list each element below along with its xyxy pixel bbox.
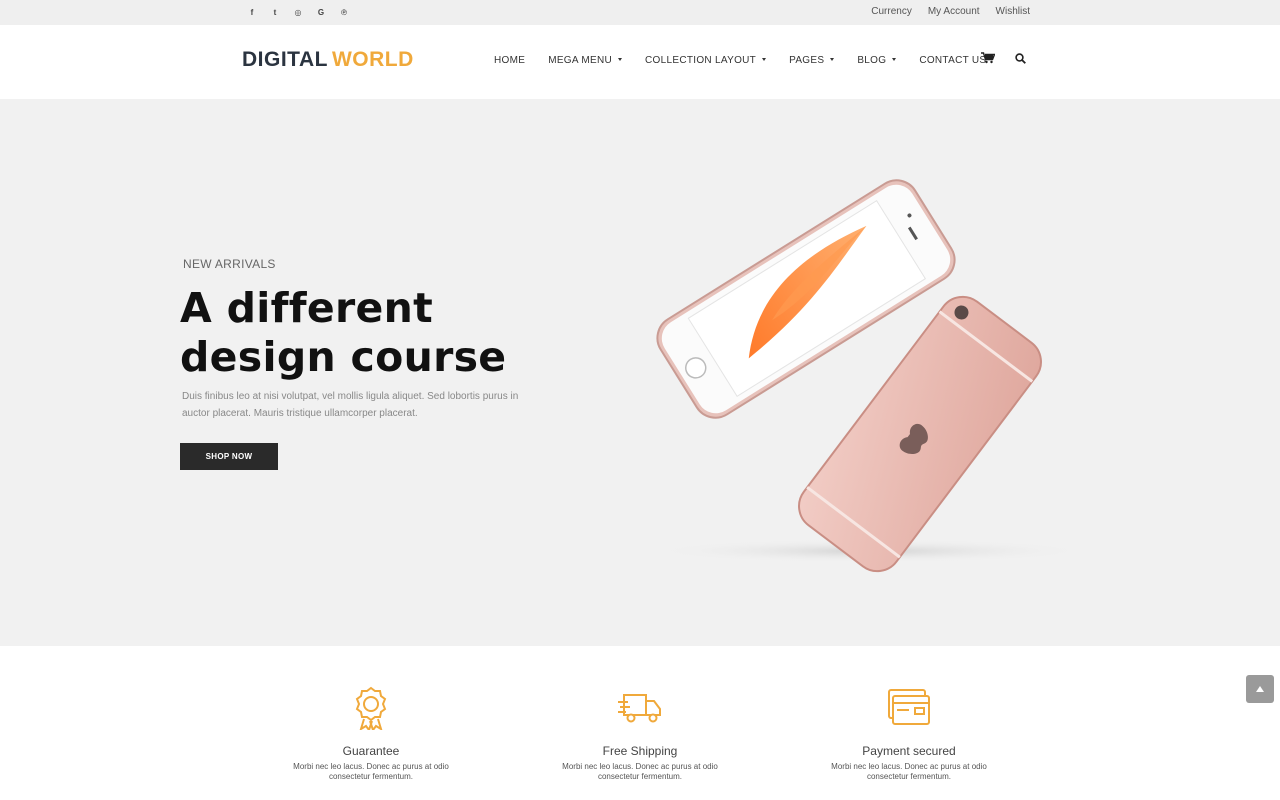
- nav-contact-us[interactable]: CONTACT US: [919, 55, 986, 66]
- feature-description: Morbi nec leo lacus. Donec ac purus at o…: [293, 762, 449, 781]
- twitter-icon[interactable]: t: [270, 6, 280, 18]
- hero-title: A different design course: [180, 284, 507, 381]
- cart-icon[interactable]: [981, 52, 995, 64]
- nav-pages[interactable]: PAGES: [789, 55, 835, 66]
- nav-label: PAGES: [789, 55, 825, 66]
- google-icon[interactable]: G: [316, 6, 326, 18]
- nav-mega-menu[interactable]: MEGA MENU: [548, 55, 623, 66]
- social-links: f t ◎ G ℗: [247, 6, 349, 18]
- logo[interactable]: DIGITAL WORLD: [242, 48, 414, 72]
- feature-description: Morbi nec leo lacus. Donec ac purus at o…: [562, 762, 718, 781]
- caret-down-icon: [762, 58, 767, 61]
- nav-label: HOME: [494, 55, 526, 66]
- caret-down-icon: [618, 58, 623, 61]
- hero-banner: NEW ARRIVALS A different design course D…: [0, 99, 1280, 646]
- features-strip: Guarantee Morbi nec leo lacus. Donec ac …: [0, 646, 1280, 800]
- feature-description: Morbi nec leo lacus. Donec ac purus at o…: [831, 762, 987, 781]
- arrow-up-icon: [1256, 686, 1264, 692]
- nav-collection-layout[interactable]: COLLECTION LAYOUT: [645, 55, 767, 66]
- logo-text-digital: DIGITAL: [242, 48, 328, 71]
- feature-guarantee: Guarantee Morbi nec leo lacus. Donec ac …: [271, 686, 471, 782]
- main-nav: HOME MEGA MENU COLLECTION LAYOUT PAGES B…: [494, 55, 1009, 66]
- instagram-icon[interactable]: ◎: [293, 6, 303, 18]
- credit-card-icon: [809, 686, 1009, 732]
- nav-label: COLLECTION LAYOUT: [645, 55, 757, 66]
- site-header: DIGITAL WORLD HOME MEGA MENU COLLECTION L…: [0, 25, 1280, 99]
- shop-now-button[interactable]: SHOP NOW: [180, 443, 278, 470]
- facebook-icon[interactable]: f: [247, 6, 257, 18]
- hero-eyebrow: NEW ARRIVALS: [183, 257, 276, 271]
- caret-down-icon: [830, 58, 835, 61]
- search-icon[interactable]: [1015, 52, 1026, 64]
- top-bar: f t ◎ G ℗ Currency My Account Wishlist: [0, 0, 1280, 25]
- logo-text-world: WORLD: [331, 48, 414, 71]
- header-icons: [981, 52, 1026, 64]
- caret-down-icon: [892, 58, 897, 61]
- guarantee-icon: [271, 686, 471, 732]
- feature-free-shipping: Free Shipping Morbi nec leo lacus. Donec…: [540, 686, 740, 782]
- hero-description: Duis finibus leo at nisi volutpat, vel m…: [182, 391, 519, 419]
- feature-title: Free Shipping: [602, 744, 678, 758]
- nav-home[interactable]: HOME: [494, 55, 525, 66]
- nav-label: BLOG: [857, 55, 887, 66]
- my-account-link[interactable]: My Account: [928, 6, 980, 17]
- wishlist-link[interactable]: Wishlist: [996, 6, 1030, 17]
- top-links: Currency My Account Wishlist: [871, 6, 1030, 17]
- pinterest-icon[interactable]: ℗: [339, 6, 349, 18]
- hero-phones-image: [650, 179, 1090, 573]
- feature-title: Guarantee: [342, 744, 400, 758]
- nav-label: CONTACT US: [919, 55, 987, 66]
- nav-label: MEGA MENU: [548, 55, 613, 66]
- feature-payment-secured: Payment secured Morbi nec leo lacus. Don…: [809, 686, 1009, 782]
- nav-blog[interactable]: BLOG: [857, 55, 897, 66]
- back-to-top-button[interactable]: [1246, 675, 1274, 703]
- truck-icon: [540, 686, 740, 732]
- feature-title: Payment secured: [862, 744, 956, 758]
- currency-link[interactable]: Currency: [871, 6, 912, 17]
